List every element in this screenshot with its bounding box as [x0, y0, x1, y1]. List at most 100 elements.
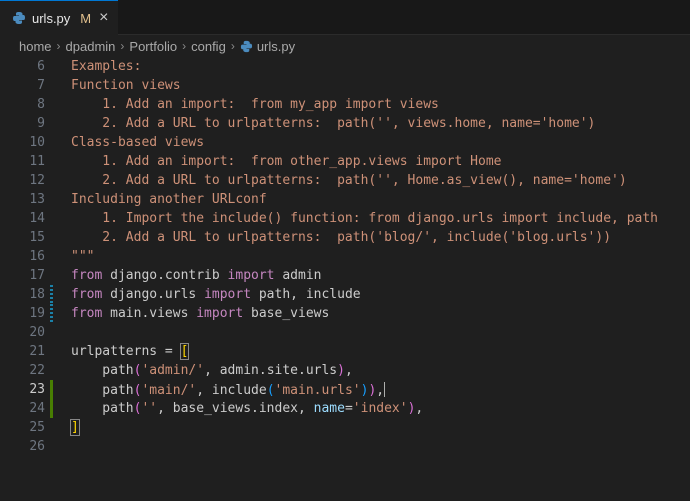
code-line[interactable]: 22 path('admin/', admin.site.urls), [0, 361, 690, 380]
code-token: , include [196, 382, 267, 398]
code-token: path, include [251, 287, 361, 302]
code-content: path('', base_views.index, name='index')… [71, 401, 423, 416]
code-token: , [344, 363, 353, 378]
code-token: path [71, 363, 134, 378]
code-content: Examples: [71, 59, 141, 74]
gutter-spacer [50, 95, 53, 114]
tab-urls-py[interactable]: urls.py M × [0, 0, 119, 35]
line-number: 14 [29, 211, 45, 226]
modified-indicator: M [80, 10, 92, 26]
gutter-spacer [50, 266, 53, 285]
gutter-spacer [50, 209, 53, 228]
gutter-spacer [50, 171, 53, 190]
code-token: """ [71, 249, 95, 264]
gutter-mod-indicator[interactable] [50, 285, 53, 304]
breadcrumb-portfolio[interactable]: Portfolio [129, 39, 177, 54]
code-line[interactable]: 21 urlpatterns = [ [0, 342, 690, 361]
code-token: , admin.site.urls [204, 363, 338, 378]
gutter-spacer [50, 247, 53, 266]
line-number: 7 [37, 78, 45, 93]
gutter-spacer [50, 133, 53, 152]
breadcrumb-file[interactable]: urls.py [240, 39, 295, 54]
code-line[interactable]: 13 Including another URLconf [0, 190, 690, 209]
code-content: Including another URLconf [71, 192, 267, 207]
code-token: from [71, 306, 103, 321]
code-line[interactable]: 7 Function views [0, 76, 690, 95]
code-token: 1. Import the include() function: from d… [71, 211, 658, 226]
code-token: , [376, 382, 385, 398]
code-line[interactable]: 17 from django.contrib import admin [0, 266, 690, 285]
code-token: Examples: [71, 59, 142, 74]
tab-label: urls.py [32, 10, 71, 26]
line-number: 11 [29, 154, 45, 169]
gutter-add-indicator[interactable] [50, 399, 53, 418]
code-content: path('main/', include('main.urls')), [71, 381, 386, 398]
code-line[interactable]: 19 from main.views import base_views [0, 304, 690, 323]
code-line[interactable]: 8 1. Add an import: from my_app import v… [0, 95, 690, 114]
code-content: from django.urls import path, include [71, 287, 361, 302]
gutter-spacer [50, 152, 53, 171]
code-token: ) [337, 363, 345, 378]
code-content: from main.views import base_views [71, 306, 329, 321]
code-line[interactable]: 12 2. Add a URL to urlpatterns: path('',… [0, 171, 690, 190]
code-line[interactable]: 10 Class-based views [0, 133, 690, 152]
code-content: Class-based views [71, 135, 204, 150]
code-line[interactable]: 9 2. Add a URL to urlpatterns: path('', … [0, 114, 690, 133]
line-number: 18 [29, 287, 45, 302]
code-content: Function views [71, 78, 181, 93]
breadcrumb-dpadmin[interactable]: dpadmin [66, 39, 116, 54]
chevron-right-icon: › [120, 39, 125, 53]
code-content: 1. Import the include() function: from d… [71, 211, 658, 226]
python-file-icon [240, 40, 253, 53]
code-token: django.urls [102, 287, 205, 302]
code-line[interactable]: 23 path('main/', include('main.urls')), [0, 380, 690, 399]
code-line[interactable]: 26 [0, 437, 690, 456]
code-content: path('admin/', admin.site.urls), [71, 363, 353, 378]
breadcrumb-config[interactable]: config [191, 39, 226, 54]
gutter-add-indicator[interactable] [50, 380, 53, 399]
code-content: 2. Add a URL to urlpatterns: path('', vi… [71, 116, 595, 131]
code-line[interactable]: 24 path('', base_views.index, name='inde… [0, 399, 690, 418]
code-token: , [415, 401, 424, 416]
code-token: ] [70, 419, 80, 436]
code-line[interactable]: 16 """ [0, 247, 690, 266]
code-token: path [71, 382, 134, 398]
line-number: 9 [37, 116, 45, 131]
code-line[interactable]: 14 1. Import the include() function: fro… [0, 209, 690, 228]
code-token: base_views [243, 306, 330, 321]
gutter-spacer [50, 76, 53, 95]
code-line[interactable]: 25] [0, 418, 690, 437]
code-line[interactable]: 18 from django.urls import path, include [0, 285, 690, 304]
line-number: 16 [29, 249, 45, 264]
line-number: 12 [29, 173, 45, 188]
code-token: import [196, 306, 244, 321]
code-token: django.contrib [102, 268, 228, 283]
code-line[interactable]: 6 Examples: [0, 57, 690, 76]
code-token: import [204, 287, 252, 302]
code-editor[interactable]: 6 Examples: 7 Function views 8 1. Add an imp… [0, 57, 690, 501]
close-icon[interactable]: × [99, 10, 108, 26]
gutter-mod-indicator[interactable] [50, 304, 53, 323]
code-token: '' [141, 401, 158, 416]
code-content: 2. Add a URL to urlpatterns: path('', Ho… [71, 173, 626, 188]
line-number: 24 [29, 401, 45, 416]
code-line[interactable]: 15 2. Add a URL to urlpatterns: path('bl… [0, 228, 690, 247]
code-line[interactable]: 11 1. Add an import: from other_app.view… [0, 152, 690, 171]
gutter-spacer [50, 437, 53, 456]
code-line[interactable]: 20 [0, 323, 690, 342]
line-number: 20 [29, 325, 45, 340]
code-token: from [71, 287, 103, 302]
code-content: 2. Add a URL to urlpatterns: path('blog/… [71, 230, 611, 245]
line-number: 15 [29, 230, 45, 245]
chevron-right-icon: › [56, 39, 61, 53]
chevron-right-icon: › [230, 39, 235, 53]
gutter-spacer [50, 114, 53, 133]
code-token: 'main.urls' [274, 382, 361, 398]
code-token: 'main/' [141, 382, 197, 398]
gutter-spacer [50, 190, 53, 209]
line-number: 26 [29, 439, 45, 454]
code-token: ( [266, 382, 275, 398]
code-token: from [71, 268, 103, 283]
code-token: 2. Add a URL to urlpatterns: path('blog/… [71, 230, 612, 245]
breadcrumb-home[interactable]: home [19, 39, 52, 54]
